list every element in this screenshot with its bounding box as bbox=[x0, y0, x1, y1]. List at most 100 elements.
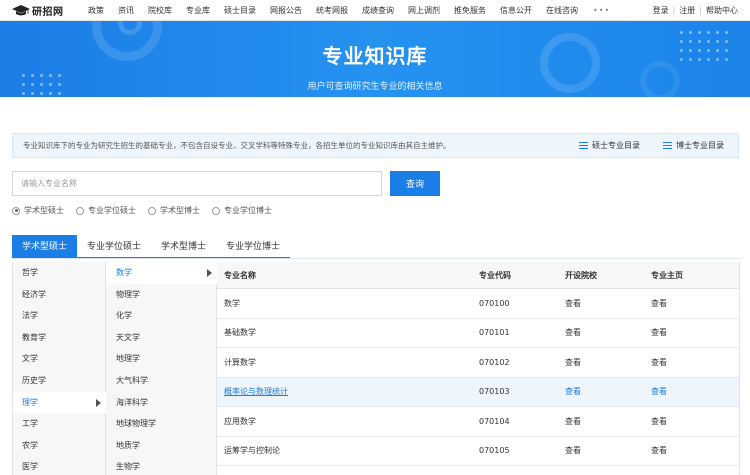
subcategory-item[interactable]: 物理学 bbox=[106, 284, 216, 306]
subcategory-list: 数学 物理学 化学 天文学 地理学 大气科学 海洋科学 地球物理学 地质学 生物… bbox=[106, 262, 217, 475]
search-button[interactable]: 查询 bbox=[390, 171, 440, 196]
category-item[interactable]: 工学 bbox=[13, 413, 105, 435]
nav-item-policy[interactable]: 政策 bbox=[88, 5, 104, 16]
radio-academic-master[interactable]: 学术型硕士 bbox=[12, 205, 64, 216]
category-item[interactable]: 经济学 bbox=[13, 284, 105, 306]
radio-academic-doctor[interactable]: 学术型博士 bbox=[148, 205, 200, 216]
page-subtitle: 用户可查询研究生专业的相关信息 bbox=[307, 82, 443, 92]
main-nav: 政策 资讯 院校库 专业库 硕士目录 网报公告 统考网报 成绩查询 网上调剂 推… bbox=[88, 0, 610, 21]
subcategory-item[interactable]: 生物学 bbox=[106, 456, 216, 475]
major-code: 070104 bbox=[479, 416, 510, 426]
table-row-hovered: 概率论与数理统计 070103 查看 查看 bbox=[217, 377, 739, 407]
notice-bar: 专业知识库下的专业为研究生招生的基础专业，不包含自设专业、交叉学科等特殊专业，各… bbox=[12, 133, 739, 158]
radio-label: 学术型博士 bbox=[160, 206, 200, 215]
view-schools-link[interactable]: 查看 bbox=[565, 328, 581, 337]
major-search-input[interactable] bbox=[12, 171, 382, 196]
table-row: 计算数学 070102 查看 查看 bbox=[217, 348, 739, 378]
view-schools-link[interactable]: 查看 bbox=[565, 417, 581, 426]
view-homepage-link[interactable]: 查看 bbox=[651, 299, 667, 308]
doctor-catalog-link[interactable]: 博士专业目录 bbox=[663, 134, 724, 157]
help-center-link[interactable]: 帮助中心 bbox=[706, 5, 738, 16]
radio-professional-doctor[interactable]: 专业学位博士 bbox=[212, 205, 272, 216]
nav-item-online-consult[interactable]: 在线咨询 bbox=[546, 5, 578, 16]
master-catalog-link[interactable]: 硕士专业目录 bbox=[579, 134, 640, 157]
view-homepage-link[interactable]: 查看 bbox=[651, 358, 667, 367]
tab-academic-master[interactable]: 学术型硕士 bbox=[12, 235, 78, 259]
nav-item-school-db[interactable]: 院校库 bbox=[148, 5, 172, 16]
list-icon bbox=[579, 142, 588, 149]
nav-item-recommendation[interactable]: 推免服务 bbox=[454, 5, 486, 16]
major-name-link[interactable]: 计算数学 bbox=[224, 358, 256, 367]
category-item-selected[interactable]: 理学 bbox=[13, 391, 106, 414]
category-item[interactable]: 农学 bbox=[13, 435, 105, 457]
subcategory-item[interactable]: 大气科学 bbox=[106, 370, 216, 392]
subcategory-item[interactable]: 地理学 bbox=[106, 348, 216, 370]
major-name-link[interactable]: 运筹学与控制论 bbox=[224, 446, 280, 455]
radio-professional-master[interactable]: 专业学位硕士 bbox=[76, 205, 136, 216]
tab-professional-doctor[interactable]: 专业学位博士 bbox=[216, 235, 291, 259]
major-code: 070102 bbox=[479, 357, 510, 367]
nav-item-exam-registration[interactable]: 统考网报 bbox=[316, 5, 348, 16]
header-name: 专业名称 bbox=[224, 270, 256, 280]
hero-banner: 专业知识库 用户可查询研究生专业的相关信息 bbox=[0, 21, 750, 97]
major-browser: 哲学 经济学 法学 教育学 文学 历史学 理学 工学 农学 医学 数学 物理学 … bbox=[12, 262, 740, 475]
site-logo[interactable]: 研招网 bbox=[12, 3, 64, 18]
doctor-catalog-label: 博士专业目录 bbox=[676, 141, 724, 150]
nav-item-registration-notice[interactable]: 网报公告 bbox=[270, 5, 302, 16]
major-name-link[interactable]: 概率论与数理统计 bbox=[224, 387, 288, 396]
radio-dot bbox=[212, 206, 220, 215]
major-name-link[interactable]: 数学 bbox=[224, 299, 240, 308]
table-row: 数学 070100 查看 查看 bbox=[217, 289, 739, 319]
subcategory-item[interactable]: 天文学 bbox=[106, 327, 216, 349]
view-schools-link[interactable]: 查看 bbox=[565, 299, 581, 308]
table-row: 应用数学 070104 查看 查看 bbox=[217, 407, 739, 437]
radio-label: 专业学位博士 bbox=[224, 206, 272, 215]
category-item[interactable]: 哲学 bbox=[13, 262, 105, 284]
header-home: 专业主页 bbox=[651, 270, 683, 280]
major-name-link[interactable]: 基础数学 bbox=[224, 328, 256, 337]
category-item[interactable]: 历史学 bbox=[13, 370, 105, 392]
caret-right-icon bbox=[207, 269, 212, 277]
header-school: 开设院校 bbox=[565, 270, 597, 280]
subcategory-item-selected[interactable]: 数学 bbox=[106, 262, 217, 284]
table-header: 专业名称 专业代码 开设院校 专业主页 bbox=[217, 262, 739, 289]
major-name-link[interactable]: 应用数学 bbox=[224, 417, 256, 426]
view-homepage-link[interactable]: 查看 bbox=[651, 417, 667, 426]
major-code: 070101 bbox=[479, 328, 510, 338]
subcategory-item[interactable]: 海洋科学 bbox=[106, 392, 216, 414]
table-row: 运筹学与控制论 070105 查看 查看 bbox=[217, 437, 739, 466]
nav-item-score-query[interactable]: 成绩查询 bbox=[362, 5, 394, 16]
view-homepage-link[interactable]: 查看 bbox=[651, 446, 667, 455]
subcategory-item[interactable]: 化学 bbox=[106, 305, 216, 327]
view-homepage-link[interactable]: 查看 bbox=[651, 328, 667, 337]
degree-type-radios: 学术型硕士 专业学位硕士 学术型博士 专业学位博士 bbox=[12, 205, 284, 216]
logo-text: 研招网 bbox=[32, 7, 64, 18]
view-schools-link[interactable]: 查看 bbox=[565, 387, 581, 396]
category-item[interactable]: 医学 bbox=[13, 456, 105, 475]
category-item[interactable]: 教育学 bbox=[13, 327, 105, 349]
view-schools-link[interactable]: 查看 bbox=[565, 446, 581, 455]
radio-label: 学术型硕士 bbox=[24, 206, 64, 215]
subcategory-item[interactable]: 地球物理学 bbox=[106, 413, 216, 435]
major-code: 070103 bbox=[479, 387, 510, 397]
login-link[interactable]: 登录 bbox=[653, 5, 669, 16]
register-link[interactable]: 注册 bbox=[679, 5, 695, 16]
user-links: 登录 | 注册 | 帮助中心 bbox=[653, 0, 738, 21]
major-code: 070100 bbox=[479, 298, 510, 308]
view-homepage-link[interactable]: 查看 bbox=[651, 387, 667, 396]
nav-item-adjustment[interactable]: 网上调剂 bbox=[408, 5, 440, 16]
caret-right-icon bbox=[96, 398, 101, 407]
nav-item-major-db[interactable]: 专业库 bbox=[186, 5, 210, 16]
category-item[interactable]: 文学 bbox=[13, 348, 105, 370]
radio-dot bbox=[148, 206, 156, 215]
category-item[interactable]: 法学 bbox=[13, 305, 105, 327]
subcategory-item[interactable]: 地质学 bbox=[106, 435, 216, 457]
nav-item-news[interactable]: 资讯 bbox=[118, 5, 134, 16]
tab-academic-doctor[interactable]: 学术型博士 bbox=[151, 235, 217, 259]
major-table: 专业名称 专业代码 开设院校 专业主页 数学 070100 查看 查看 基础数学… bbox=[217, 262, 739, 466]
view-schools-link[interactable]: 查看 bbox=[565, 358, 581, 367]
nav-item-master-catalog[interactable]: 硕士目录 bbox=[224, 5, 256, 16]
tab-professional-master[interactable]: 专业学位硕士 bbox=[77, 235, 152, 259]
more-menu-icon[interactable]: ••• bbox=[593, 6, 610, 15]
nav-item-info-public[interactable]: 信息公开 bbox=[500, 5, 532, 16]
